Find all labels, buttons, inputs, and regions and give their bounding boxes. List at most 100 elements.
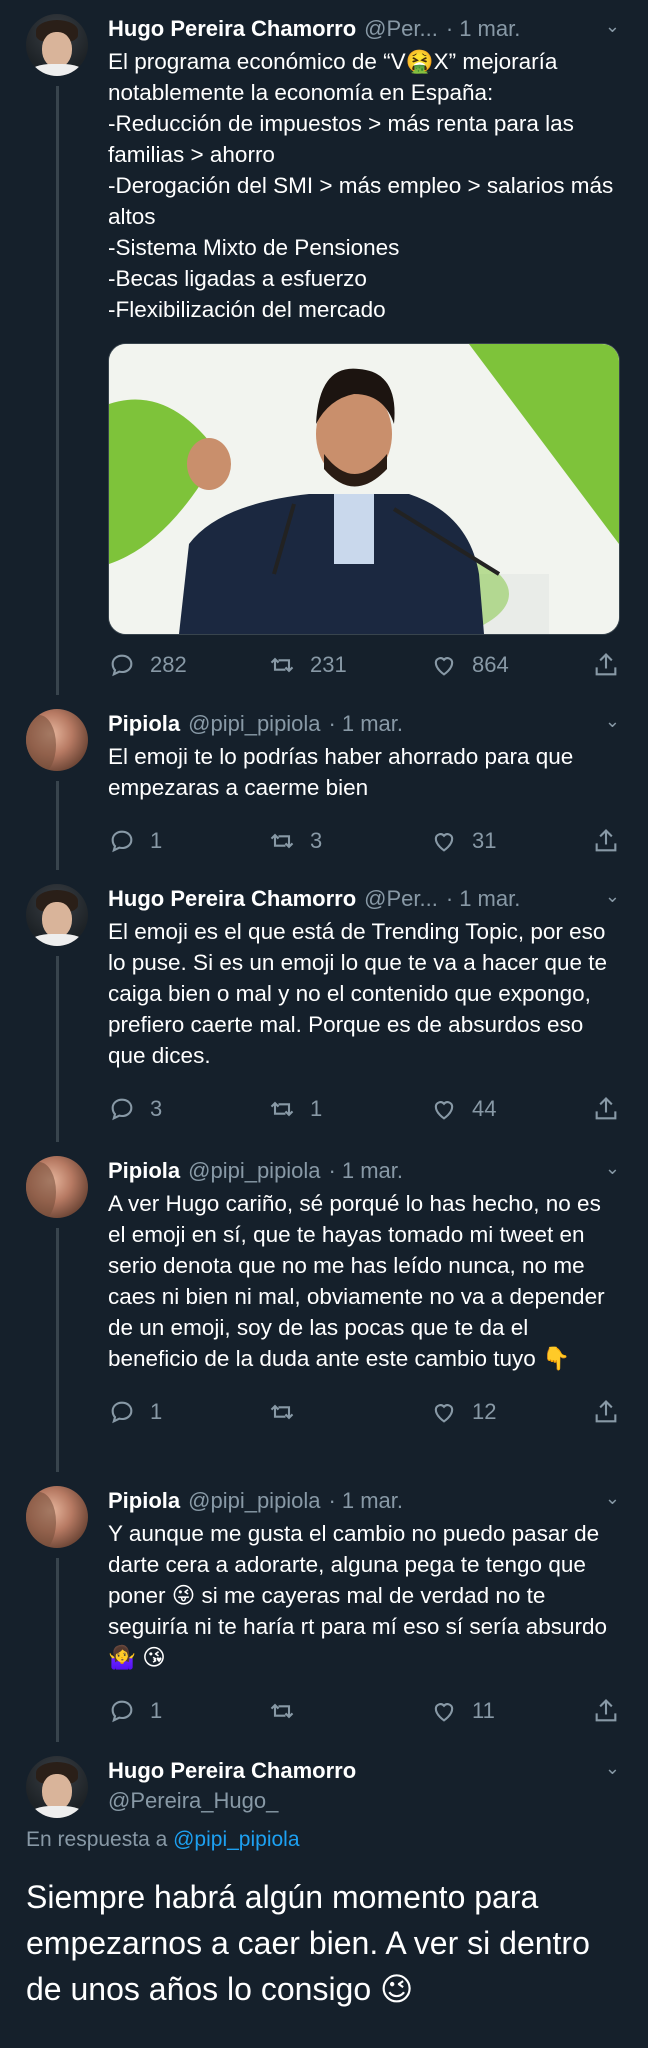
- share-icon: [595, 829, 617, 852]
- avatar[interactable]: [26, 1156, 88, 1218]
- tweet[interactable]: ⌄ Hugo Pereira Chamorro @Per... · 1 mar.…: [0, 870, 648, 1142]
- author-name[interactable]: Pipiola: [108, 711, 180, 737]
- thread-line: [56, 1558, 59, 1742]
- reply-icon: [111, 1700, 133, 1723]
- reply-count: 3: [150, 1096, 163, 1121]
- reply-button[interactable]: 282: [108, 651, 187, 679]
- author-name[interactable]: Hugo Pereira Chamorro: [108, 16, 356, 42]
- retweet-button[interactable]: 231: [268, 651, 347, 679]
- like-button[interactable]: 11: [430, 1697, 495, 1725]
- like-button[interactable]: 31: [430, 827, 496, 855]
- heart-icon: [434, 833, 454, 852]
- reply-button[interactable]: 3: [108, 1095, 162, 1123]
- retweet-count: 3: [310, 828, 323, 853]
- share-button[interactable]: [592, 1697, 634, 1725]
- speaker-photo: [109, 344, 619, 634]
- reply-icon: [111, 654, 133, 677]
- tweet-actions: 3 1 44: [108, 1079, 620, 1139]
- thread-line: [56, 86, 59, 695]
- reply-button[interactable]: 1: [108, 827, 162, 855]
- tweet-date[interactable]: 1 mar.: [459, 16, 520, 42]
- share-button[interactable]: [592, 827, 634, 855]
- share-icon: [595, 1097, 617, 1120]
- retweet-icon: [270, 657, 294, 673]
- retweet-icon: [270, 1101, 294, 1117]
- author-name[interactable]: Pipiola: [108, 1158, 180, 1184]
- author-handle[interactable]: @Per...: [364, 886, 438, 912]
- reply-button[interactable]: 1: [108, 1398, 162, 1426]
- reply-icon: [111, 1098, 133, 1121]
- avatar[interactable]: [26, 1486, 88, 1548]
- like-button[interactable]: 864: [430, 651, 509, 679]
- retweet-button[interactable]: 1: [268, 1095, 322, 1123]
- tweet-date[interactable]: 1 mar.: [342, 711, 403, 737]
- conversation-thread: ⌄ Hugo Pereira Chamorro @Per... · 1 mar.…: [0, 0, 648, 2048]
- like-count: 11: [472, 1698, 495, 1723]
- author-handle[interactable]: @pipi_pipiola: [188, 711, 320, 737]
- tweet[interactable]: ⌄ Pipiola @pipi_pipiola · 1 mar. El emoj…: [0, 695, 648, 870]
- avatar[interactable]: [26, 14, 88, 76]
- tweet-text: Siempre habrá algún momento para empezar…: [26, 1879, 590, 2007]
- tweet-actions: 1 3 31: [108, 811, 620, 871]
- heart-icon: [434, 1101, 454, 1120]
- like-button[interactable]: 12: [430, 1398, 496, 1426]
- chevron-down-icon[interactable]: ⌄: [605, 1758, 620, 1779]
- like-count: 12: [472, 1399, 497, 1424]
- tweet-date[interactable]: 1 mar.: [342, 1488, 403, 1514]
- chevron-down-icon[interactable]: ⌄: [605, 711, 620, 732]
- tweet-actions: 1 12: [108, 1382, 620, 1442]
- tweet-date[interactable]: 1 mar.: [342, 1158, 403, 1184]
- tweet[interactable]: ⌄ Hugo Pereira Chamorro @Per... · 1 mar.…: [0, 0, 648, 695]
- share-button[interactable]: [592, 1398, 634, 1426]
- tweet-actions: 282 231 864: [108, 635, 620, 695]
- author-name[interactable]: Pipiola: [108, 1488, 180, 1514]
- author-handle[interactable]: @Per...: [364, 16, 438, 42]
- author-handle[interactable]: @pipi_pipiola: [188, 1158, 320, 1184]
- retweet-count: 1: [310, 1096, 323, 1121]
- tweet-text: El emoji te lo podrías haber ahorrado pa…: [108, 744, 574, 800]
- author-name[interactable]: Hugo Pereira Chamorro: [108, 886, 356, 912]
- author-handle[interactable]: @pipi_pipiola: [188, 1488, 320, 1514]
- chevron-down-icon[interactable]: ⌄: [605, 886, 620, 907]
- tweet-image[interactable]: [108, 343, 620, 635]
- tweet-actions: 1 11: [108, 1681, 620, 1741]
- share-button[interactable]: [592, 651, 634, 679]
- avatar[interactable]: [26, 709, 88, 771]
- author-handle[interactable]: @Pereira_Hugo_: [108, 1788, 278, 1814]
- author-name[interactable]: Hugo Pereira Chamorro: [108, 1758, 356, 1784]
- tweet-text: El emoji es el que está de Trending Topi…: [108, 919, 608, 1068]
- reply-count: 282: [150, 652, 187, 677]
- retweet-count: 231: [310, 652, 347, 677]
- chevron-down-icon[interactable]: ⌄: [605, 1158, 620, 1179]
- like-count: 31: [472, 828, 497, 853]
- tweet[interactable]: ⌄ Pipiola @pipi_pipiola · 1 mar. Y aunqu…: [0, 1472, 648, 1742]
- avatar[interactable]: [26, 1756, 88, 1818]
- chevron-down-icon[interactable]: ⌄: [605, 1488, 620, 1509]
- like-button[interactable]: 44: [430, 1095, 496, 1123]
- tweet-date[interactable]: 1 mar.: [459, 886, 520, 912]
- focused-tweet[interactable]: ⌄ Hugo Pereira Chamorro @Pereira_Hugo_ E…: [0, 1742, 648, 2048]
- reply-mention-link[interactable]: @pipi_pipiola: [173, 1828, 299, 1851]
- like-count: 44: [472, 1096, 497, 1121]
- share-icon: [595, 1699, 617, 1722]
- tweet[interactable]: ⌄ Pipiola @pipi_pipiola · 1 mar. A ver H…: [0, 1142, 648, 1472]
- reply-button[interactable]: 1: [108, 1697, 162, 1725]
- chevron-down-icon[interactable]: ⌄: [605, 16, 620, 37]
- retweet-button[interactable]: 3: [268, 827, 322, 855]
- retweet-icon: [270, 1703, 294, 1719]
- heart-icon: [434, 1703, 454, 1722]
- thread-line: [56, 1228, 59, 1472]
- tweet-text: El programa económico de “V🤮X” mejoraría…: [108, 49, 614, 322]
- reply-context: En respuesta a @pipi_pipiola: [26, 1828, 620, 1852]
- tweet-text: A ver Hugo cariño, sé porqué lo has hech…: [108, 1191, 605, 1371]
- share-button[interactable]: [592, 1095, 634, 1123]
- reply-icon: [111, 830, 133, 853]
- heart-icon: [434, 657, 454, 676]
- like-count: 864: [472, 652, 509, 677]
- retweet-button[interactable]: [268, 1398, 310, 1426]
- retweet-icon: [270, 833, 294, 849]
- retweet-button[interactable]: [268, 1697, 310, 1725]
- thread-line: [56, 956, 59, 1142]
- avatar[interactable]: [26, 884, 88, 946]
- tweet-text: Y aunque me gusta el cambio no puedo pas…: [108, 1521, 607, 1670]
